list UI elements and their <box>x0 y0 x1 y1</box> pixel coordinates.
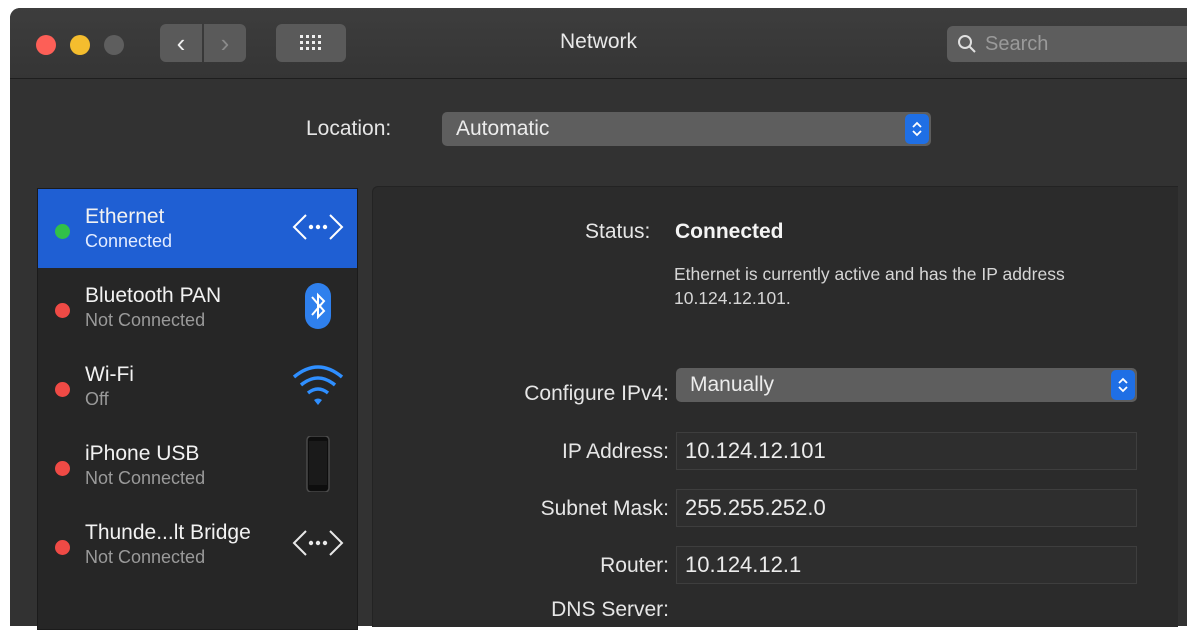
status-indicator-not-connected <box>55 461 70 476</box>
service-item-ethernet[interactable]: Ethernet Connected <box>38 189 357 268</box>
configure-ipv4-select[interactable]: Manually <box>676 368 1137 402</box>
service-status: Not Connected <box>85 310 206 330</box>
status-description: Ethernet is currently active and has the… <box>674 264 1065 308</box>
service-status: Off <box>85 389 109 409</box>
title-bar: ‹ › Network <box>10 8 1187 79</box>
ip-address-field[interactable]: 10.124.12.101 <box>676 432 1137 470</box>
search-icon <box>958 35 976 53</box>
status-indicator-not-connected <box>55 540 70 555</box>
configure-ipv4-label: Configure IPv4: <box>524 382 669 405</box>
status-value: Connected <box>675 220 784 243</box>
service-name: Wi-Fi <box>85 363 134 386</box>
router-label: Router: <box>600 554 669 577</box>
service-status: Not Connected <box>85 468 206 488</box>
service-name: Bluetooth PAN <box>85 284 222 307</box>
iphone-icon <box>306 436 330 492</box>
ipv4-stepper-icon <box>1111 370 1135 400</box>
location-label: Location: <box>306 117 392 140</box>
status-label: Status: <box>585 220 651 243</box>
ethernet-arrows-icon <box>292 214 344 240</box>
status-indicator-off <box>55 382 70 397</box>
service-item-bluetooth-pan[interactable]: Bluetooth PAN Not Connected <box>38 268 357 347</box>
router-field[interactable]: 10.124.12.1 <box>676 546 1137 584</box>
search-input[interactable] <box>983 31 1167 57</box>
service-name: iPhone USB <box>85 442 200 465</box>
location-select[interactable]: Automatic <box>442 112 931 146</box>
status-indicator-connected <box>55 224 70 239</box>
location-value: Automatic <box>456 117 550 140</box>
configure-ipv4-value: Manually <box>690 373 775 396</box>
service-item-thunderbolt-bridge[interactable]: Thunde...lt Bridge Not Connected <box>38 505 357 584</box>
service-name: Ethernet <box>85 205 165 228</box>
service-item-wifi[interactable]: Wi-Fi Off <box>38 347 357 426</box>
search-field[interactable] <box>947 26 1187 62</box>
subnet-mask-field[interactable]: 255.255.252.0 <box>676 489 1137 527</box>
status-indicator-not-connected <box>55 303 70 318</box>
location-stepper-icon <box>905 114 929 144</box>
dns-server-label: DNS Server: <box>551 598 669 621</box>
service-name: Thunde...lt Bridge <box>85 521 251 544</box>
service-status: Connected <box>85 231 173 251</box>
ethernet-arrows-icon <box>292 530 344 556</box>
service-item-iphone-usb[interactable]: iPhone USB Not Connected <box>38 426 357 505</box>
subnet-mask-label: Subnet Mask: <box>540 497 669 520</box>
network-service-list[interactable]: Ethernet Connected Bluetooth PAN Not Con… <box>37 188 358 630</box>
bluetooth-icon <box>305 283 331 329</box>
wifi-icon <box>292 365 344 405</box>
ip-address-label: IP Address: <box>561 440 669 463</box>
service-status: Not Connected <box>85 547 206 567</box>
